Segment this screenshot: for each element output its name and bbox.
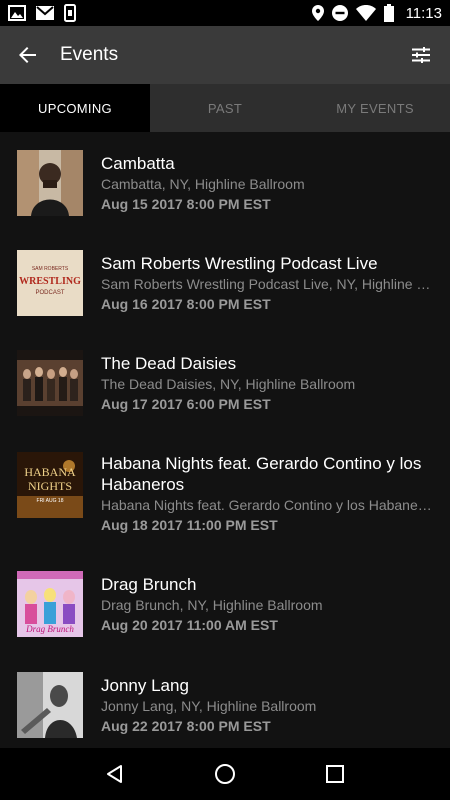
event-thumbnail xyxy=(17,150,83,216)
svg-text:HABANA: HABANA xyxy=(24,465,76,479)
event-venue: Habana Nights feat. Gerardo Contino y lo… xyxy=(101,497,433,513)
event-title: Habana Nights feat. Gerardo Contino y lo… xyxy=(101,454,422,494)
event-date: Aug 22 2017 8:00 PM EST xyxy=(101,718,271,734)
notification-icons xyxy=(8,4,76,22)
square-recents-icon xyxy=(326,765,344,783)
tab-bar: UPCOMING PAST MY EVENTS xyxy=(0,84,450,132)
tab-upcoming[interactable]: UPCOMING xyxy=(0,84,150,132)
phone-icon xyxy=(64,4,76,22)
event-list[interactable]: Cambatta Cambatta, NY, Highline Ballroom… xyxy=(0,132,450,748)
triangle-back-icon xyxy=(107,765,122,783)
arrow-back-icon xyxy=(19,47,36,63)
svg-text:WRESTLING: WRESTLING xyxy=(19,276,81,287)
battery-icon xyxy=(383,4,394,22)
tab-past[interactable]: PAST xyxy=(150,84,300,132)
event-title: Drag Brunch xyxy=(101,575,197,594)
event-thumbnail: Drag Brunch xyxy=(17,571,83,637)
nav-recents-button[interactable] xyxy=(315,754,355,794)
location-icon xyxy=(311,5,324,21)
status-bar: 11:13 xyxy=(0,0,450,26)
clock: 11:13 xyxy=(405,4,442,22)
system-nav-bar xyxy=(0,748,450,800)
event-title: Sam Roberts Wrestling Podcast Live xyxy=(101,254,378,273)
gallery-icon xyxy=(8,5,26,21)
do-not-disturb-icon xyxy=(331,5,348,21)
app-bar: Events xyxy=(0,26,450,84)
back-button[interactable] xyxy=(0,26,56,84)
event-title: Jonny Lang xyxy=(101,676,189,695)
event-date: Aug 15 2017 8:00 PM EST xyxy=(101,196,271,212)
event-venue: Sam Roberts Wrestling Podcast Live, NY, … xyxy=(101,276,433,292)
event-venue: The Dead Daisies, NY, Highline Ballroom xyxy=(101,376,356,392)
svg-text:PODCAST: PODCAST xyxy=(35,290,64,296)
nav-back-button[interactable] xyxy=(95,754,135,794)
page-title: Events xyxy=(60,44,119,65)
event-title: The Dead Daisies xyxy=(101,354,237,373)
svg-text:Drag Brunch: Drag Brunch xyxy=(25,624,74,634)
event-date: Aug 18 2017 11:00 PM EST xyxy=(101,517,278,533)
svg-text:NIGHTS: NIGHTS xyxy=(28,479,72,493)
svg-text:FRI AUG 18: FRI AUG 18 xyxy=(37,498,64,504)
mail-icon xyxy=(36,6,54,20)
event-venue: Jonny Lang, NY, Highline Ballroom xyxy=(101,698,317,714)
wifi-icon xyxy=(355,5,376,21)
system-icons: 11:13 xyxy=(311,4,442,22)
event-date: Aug 20 2017 11:00 AM EST xyxy=(101,617,278,633)
event-venue: Drag Brunch, NY, Highline Ballroom xyxy=(101,597,323,613)
event-thumbnail: SAM ROBERTS WRESTLING PODCAST xyxy=(17,250,83,316)
circle-home-icon xyxy=(215,764,235,784)
event-title: Cambatta xyxy=(101,154,175,173)
svg-text:SAM ROBERTS: SAM ROBERTS xyxy=(32,266,69,272)
tab-my-events[interactable]: MY EVENTS xyxy=(300,84,450,132)
event-thumbnail: HABANA NIGHTS FRI AUG 18 xyxy=(17,452,83,518)
filter-button[interactable] xyxy=(392,26,450,84)
tune-icon xyxy=(412,47,430,63)
event-thumbnail xyxy=(17,672,83,738)
nav-home-button[interactable] xyxy=(205,754,245,794)
event-thumbnail xyxy=(17,350,83,416)
event-date: Aug 16 2017 8:00 PM EST xyxy=(101,296,271,312)
event-venue: Cambatta, NY, Highline Ballroom xyxy=(101,176,305,192)
event-date: Aug 17 2017 6:00 PM EST xyxy=(101,396,271,412)
